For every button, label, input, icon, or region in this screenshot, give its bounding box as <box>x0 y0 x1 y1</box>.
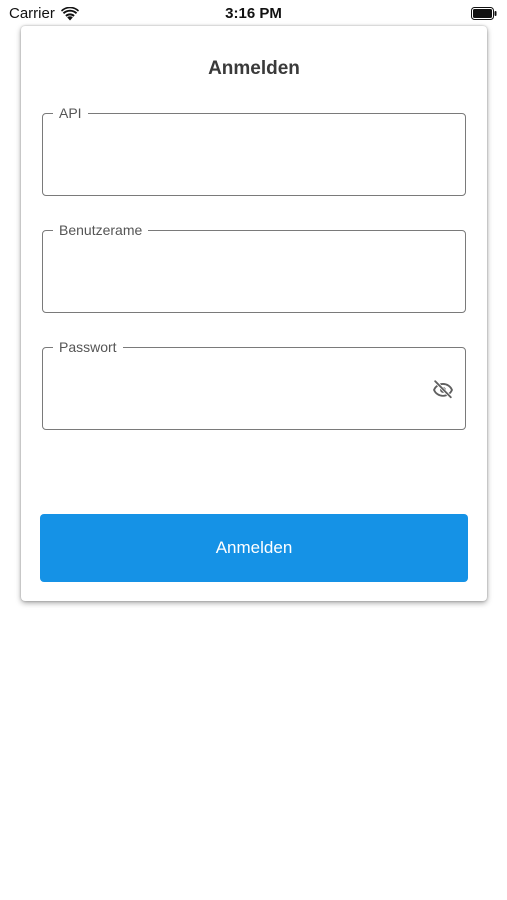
username-field[interactable]: Benutzerame <box>42 220 466 313</box>
username-field-label: Benutzerame <box>53 220 149 240</box>
password-field-label: Passwort <box>53 337 123 357</box>
username-input[interactable] <box>57 259 451 289</box>
login-button[interactable]: Anmelden <box>40 514 468 582</box>
password-input[interactable] <box>57 376 421 406</box>
battery-icon <box>471 7 497 20</box>
eye-off-icon[interactable] <box>432 378 454 400</box>
api-field-label: API <box>53 103 88 123</box>
clock: 3:16 PM <box>225 5 282 22</box>
password-field[interactable]: Passwort <box>42 337 466 430</box>
login-card: Anmelden API Benutzerame Passwort Anmeld… <box>21 26 487 601</box>
status-bar: Carrier 3:16 PM <box>0 0 507 28</box>
page-title: Anmelden <box>208 58 300 79</box>
api-field[interactable]: API <box>42 103 466 196</box>
api-input[interactable] <box>57 142 451 172</box>
